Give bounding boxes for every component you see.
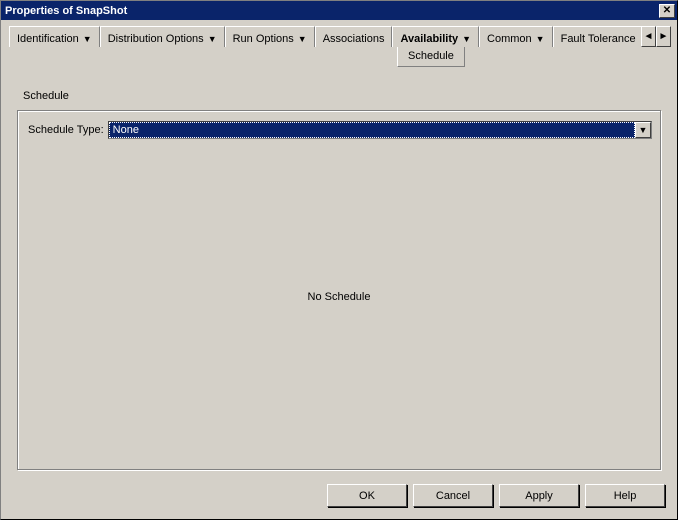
help-button[interactable]: Help: [585, 484, 665, 507]
subtab-schedule[interactable]: Schedule: [397, 47, 465, 67]
tab-availability[interactable]: Availability ▼: [392, 26, 479, 47]
tab-scroll-right-button[interactable]: ►: [656, 26, 671, 47]
tab-label: Availability: [400, 33, 458, 45]
chevron-down-icon: ▼: [208, 35, 217, 44]
dialog-buttons: OK Cancel Apply Help: [5, 476, 673, 515]
tab-distribution-options[interactable]: Distribution Options ▼: [100, 26, 225, 47]
chevron-down-icon: ▼: [536, 35, 545, 44]
apply-button[interactable]: Apply: [499, 484, 579, 507]
tab-common[interactable]: Common ▼: [479, 26, 553, 47]
section-heading: Schedule: [23, 90, 667, 102]
chevron-down-icon: ▼: [462, 35, 471, 44]
schedule-type-label: Schedule Type:: [28, 124, 104, 136]
title-bar: Properties of SnapShot ✕: [1, 1, 677, 20]
tab-label: Common: [487, 33, 532, 45]
tab-run-options[interactable]: Run Options ▼: [225, 26, 315, 47]
tab-label: Fault Tolerance: [561, 33, 636, 45]
no-schedule-message: No Schedule: [18, 291, 660, 303]
chevron-down-icon[interactable]: ▼: [635, 122, 651, 138]
schedule-type-row: Schedule Type: None ▼: [18, 111, 660, 139]
schedule-type-select[interactable]: None ▼: [108, 121, 652, 139]
schedule-group: Schedule Type: None ▼ No Schedule: [17, 110, 661, 470]
tab-fault-tolerance[interactable]: Fault Tolerance: [553, 26, 644, 47]
close-icon[interactable]: ✕: [659, 4, 675, 18]
dialog-body: Identification ▼ Distribution Options ▼ …: [1, 20, 677, 519]
tab-label: Associations: [323, 33, 385, 45]
window-title: Properties of SnapShot: [5, 5, 659, 17]
tab-label: Identification: [17, 33, 79, 45]
tab-label: Distribution Options: [108, 33, 204, 45]
tab-scroll: ◄ ►: [641, 26, 671, 47]
properties-dialog: Properties of SnapShot ✕ Identification …: [0, 0, 678, 520]
tab-row: Identification ▼ Distribution Options ▼ …: [5, 26, 673, 48]
tab-identification[interactable]: Identification ▼: [9, 26, 100, 47]
availability-panel: Schedule Schedule Type: None ▼ No Schedu…: [11, 72, 667, 470]
schedule-type-value: None: [109, 122, 635, 138]
subtab-label: Schedule: [408, 50, 454, 62]
tab-strip: Identification ▼ Distribution Options ▼ …: [5, 26, 673, 68]
chevron-down-icon: ▼: [298, 35, 307, 44]
subtab-row: Schedule: [397, 47, 465, 67]
chevron-down-icon: ▼: [83, 35, 92, 44]
ok-button[interactable]: OK: [327, 484, 407, 507]
tab-scroll-left-button[interactable]: ◄: [641, 26, 656, 47]
tab-associations[interactable]: Associations: [315, 26, 393, 47]
tab-label: Run Options: [233, 33, 294, 45]
cancel-button[interactable]: Cancel: [413, 484, 493, 507]
